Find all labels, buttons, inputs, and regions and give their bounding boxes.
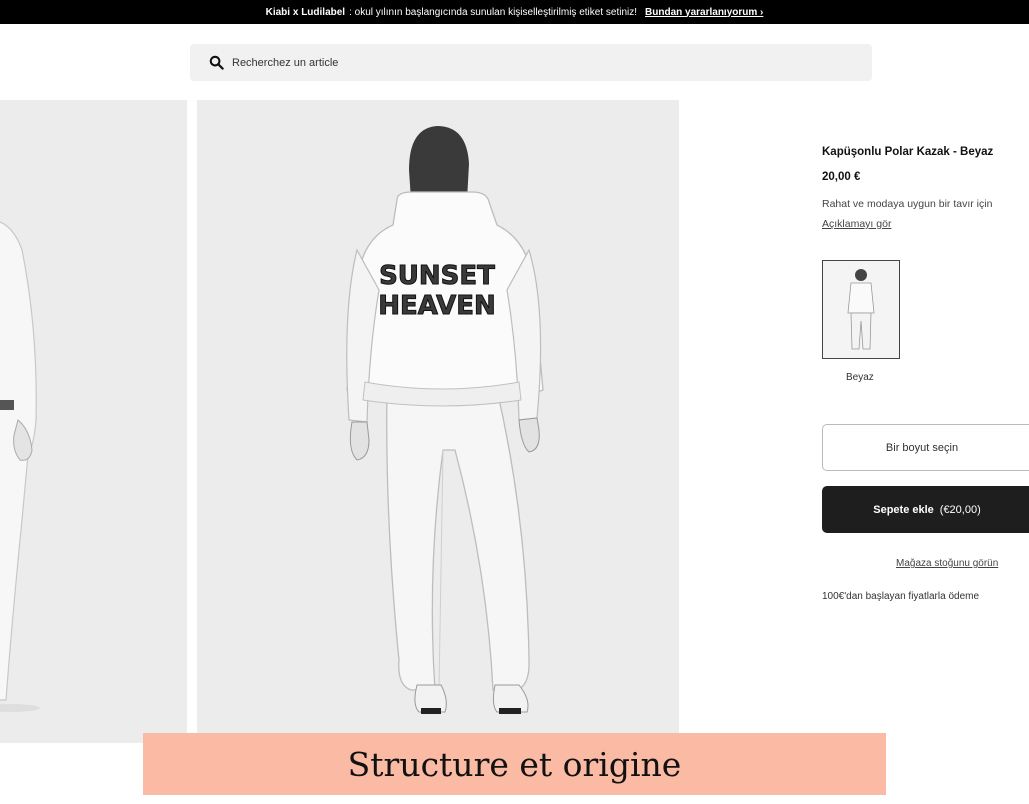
add-to-cart-button[interactable]: Sepete ekle (€20,00) xyxy=(822,486,1029,533)
hoodie-print-line-2: HEAVEN xyxy=(378,291,496,321)
search-bar[interactable]: Recherchez un article xyxy=(190,44,872,81)
payment-note: 100€'dan başlayan fiyatlarla ödeme xyxy=(822,591,980,602)
product-image-front[interactable] xyxy=(0,100,187,743)
product-title: Kapüşonlu Polar Kazak - Beyaz xyxy=(822,146,994,158)
add-to-cart-price: (€20,00) xyxy=(939,503,981,516)
announcement-bar: Kiabi x Ludilabel : okul yılının başlang… xyxy=(0,0,1029,24)
search-input[interactable]: Recherchez un article xyxy=(232,57,338,69)
hoodie-print-line-1: SUNSET xyxy=(379,261,495,291)
swatch-thumbnail-icon xyxy=(847,268,875,349)
size-select-button[interactable]: Bir boyut seçin xyxy=(822,424,1029,471)
caption-text: Structure et origine xyxy=(347,744,682,784)
product-price: 20,00 € xyxy=(822,171,861,183)
announcement-link[interactable]: Bundan yararlanıyorum › xyxy=(645,7,763,18)
store-stock-link[interactable]: Mağaza stoğunu görün xyxy=(896,558,998,569)
search-icon[interactable] xyxy=(208,55,224,71)
color-swatch-label: Beyaz xyxy=(846,372,874,383)
add-to-cart-label: Sepete ekle xyxy=(873,503,934,516)
announcement-text: : okul yılının başlangıcında sunulan kiş… xyxy=(349,6,638,18)
description-link[interactable]: Açıklamayı gör xyxy=(822,218,891,230)
announcement-brand: Kiabi x Ludilabel xyxy=(265,6,346,18)
product-description: Rahat ve modaya uygun bir tavır için xyxy=(822,198,993,210)
caption-banner: Structure et origine xyxy=(143,733,886,795)
product-image-back[interactable]: SUNSET HEAVEN xyxy=(197,100,679,743)
color-swatch[interactable] xyxy=(822,260,900,359)
